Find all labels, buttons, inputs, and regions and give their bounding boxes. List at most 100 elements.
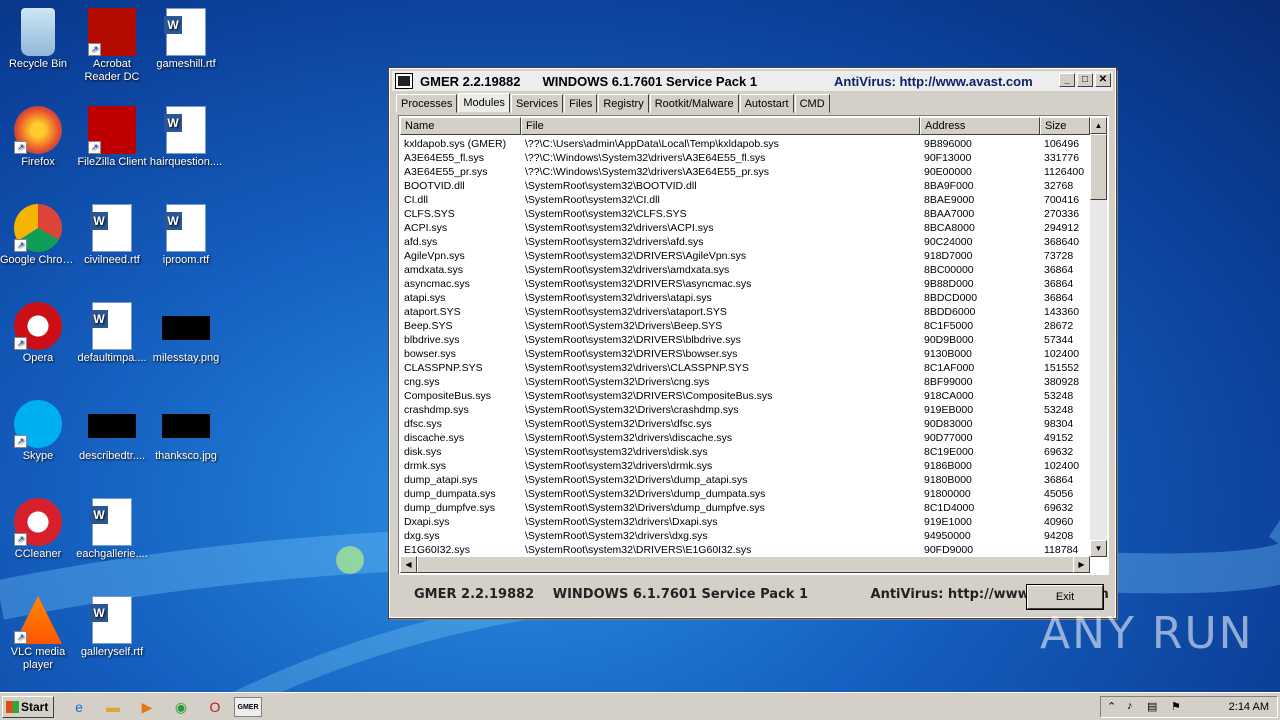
table-row[interactable]: Beep.SYS \SystemRoot\System32\Drivers\Bee… [400,319,1090,333]
table-row[interactable]: kxldapob.sys (GMER) \??\C:\Users\admin\Ap… [400,137,1090,151]
cell-size: 73728 [1044,250,1074,262]
cell-name: atapi.sys [404,292,446,304]
table-row[interactable]: ACPI.sys \SystemRoot\system32\drivers\ACP… [400,221,1090,235]
table-row[interactable]: crashdmp.sys \SystemRoot\System32\Drivers… [400,403,1090,417]
tray-expand-icon[interactable]: ⌃ [1107,700,1116,713]
start-button[interactable]: Start [2,696,54,718]
scroll-up-icon[interactable]: ▲ [1090,117,1107,134]
table-row[interactable]: CI.dll \SystemRoot\system32\CI.dll 8BAE900… [400,193,1090,207]
table-row[interactable]: ataport.SYS \SystemRoot\system32\drivers\… [400,305,1090,319]
column-header-size[interactable]: Size [1040,117,1090,135]
gmer-taskbar-button[interactable]: GMER [234,697,262,717]
desktop-icon[interactable]: ↗ Skype [0,400,76,463]
vertical-scrollbar[interactable]: ▲ ▼ [1090,117,1107,557]
table-row[interactable]: AgileVpn.sys \SystemRoot\system32\DRIVERS… [400,249,1090,263]
table-row[interactable]: drmk.sys \SystemRoot\system32\drivers\drm… [400,459,1090,473]
cell-name: dxg.sys [404,530,440,542]
tab-registry[interactable]: Registry [598,94,649,113]
shortcut-arrow-icon: ↗ [88,43,101,56]
chrome-taskbar-icon[interactable]: ◉ [170,697,192,717]
minimize-button[interactable]: _ [1059,73,1075,87]
tab-rootkitmalware[interactable]: Rootkit/Malware [649,94,739,113]
cell-file: \SystemRoot\system32\CLFS.SYS [525,208,687,220]
clock[interactable]: 2:14 AM [1229,701,1269,713]
table-row[interactable]: CLFS.SYS \SystemRoot\system32\CLFS.SYS 8BA… [400,207,1090,221]
cell-name: CLASSPNP.SYS [404,362,483,374]
volume-icon[interactable]: ♪ [1127,700,1133,712]
cell-size: 380928 [1044,376,1080,388]
table-row[interactable]: dump_dumpfve.sys \SystemRoot\System32\Dri… [400,501,1090,515]
desktop-icon[interactable]: Wiproom.rtf [148,204,224,267]
scroll-down-icon[interactable]: ▼ [1090,540,1107,557]
desktop-icon[interactable]: ↗ Google Chrome [0,204,76,267]
desktop-icon[interactable]: Wdefaultimpa.... [74,302,150,365]
maximize-button[interactable]: □ [1077,73,1093,87]
desktop-icon[interactable]: ↗ Acrobat Reader DC [74,8,150,84]
table-row[interactable]: dfsc.sys \SystemRoot\System32\Drivers\dfs… [400,417,1090,431]
network-icon[interactable]: ▤ [1147,700,1157,713]
desktop-icon[interactable]: ↗ FileZilla Client [74,106,150,169]
column-header-address[interactable]: Address [920,117,1040,135]
horizontal-scrollbar[interactable]: ◀ ▶ [400,556,1090,573]
table-row[interactable]: discache.sys \SystemRoot\System32\drivers… [400,431,1090,445]
table-row[interactable]: blbdrive.sys \SystemRoot\system32\DRIVERS… [400,333,1090,347]
desktop-icon[interactable]: Wgalleryself.rtf [74,596,150,659]
exit-button[interactable]: Exit [1026,584,1104,610]
filezilla-icon: ↗ [88,106,136,154]
title-bar[interactable]: GMER 2.2.19882 WINDOWS 6.1.7601 Service … [392,71,1113,91]
table-row[interactable]: CompositeBus.sys \SystemRoot\system32\DRI… [400,389,1090,403]
table-row[interactable]: bowser.sys \SystemRoot\system32\DRIVERS\b… [400,347,1090,361]
desktop-icon[interactable]: Whairquestion.... [148,106,224,169]
table-row[interactable]: Dxapi.sys \SystemRoot\System32\drivers\Dx… [400,515,1090,529]
cell-address: 9180B000 [924,474,972,486]
column-header-name[interactable]: Name [400,117,521,135]
desktop-icon[interactable]: ↗ Opera [0,302,76,365]
tab-processes[interactable]: Processes [396,94,458,113]
table-row[interactable]: afd.sys \SystemRoot\system32\drivers\afd.… [400,235,1090,249]
tab-files[interactable]: Files [564,94,598,113]
table-row[interactable]: dump_atapi.sys \SystemRoot\System32\Drive… [400,473,1090,487]
explorer-icon[interactable]: ▬ [102,697,124,717]
desktop-icon[interactable]: Weachgallerie.... [74,498,150,561]
table-row[interactable]: asyncmac.sys \SystemRoot\system32\DRIVERS… [400,277,1090,291]
opera-taskbar-icon[interactable]: O [204,697,226,717]
table-row[interactable]: BOOTVID.dll \SystemRoot\system32\BOOTVID.… [400,179,1090,193]
desktop-icon[interactable]: Recycle Bin [0,8,76,71]
ie-icon[interactable]: e [68,697,90,717]
table-row[interactable]: atapi.sys \SystemRoot\system32\drivers\at… [400,291,1090,305]
close-button[interactable]: ✕ [1095,73,1111,87]
scroll-left-icon[interactable]: ◀ [400,556,417,573]
media-player-icon[interactable]: ▶ [136,697,158,717]
action-center-flag-icon[interactable]: ⚑ [1171,700,1181,713]
table-row[interactable]: E1G60I32.sys \SystemRoot\system32\DRIVERS… [400,543,1090,557]
desktop-icon[interactable]: ↗ Firefox [0,106,76,169]
table-row[interactable]: CLASSPNP.SYS \SystemRoot\system32\drivers… [400,361,1090,375]
desktop-icon-label: VLC media player [10,646,66,671]
desktop-icon[interactable]: Wgameshill.rtf [148,8,224,71]
desktop-icon[interactable]: describedtr.... [74,400,150,463]
watermark: ANY RUN [1040,608,1254,659]
scroll-right-icon[interactable]: ▶ [1073,556,1090,573]
table-row[interactable]: dump_dumpata.sys \SystemRoot\System32\Dri… [400,487,1090,501]
table-row[interactable]: cng.sys \SystemRoot\System32\Drivers\cng.… [400,375,1090,389]
table-row[interactable]: A3E64E55_pr.sys \??\C:\Windows\System32\d… [400,165,1090,179]
table-row[interactable]: dxg.sys \SystemRoot\System32\drivers\dxg.… [400,529,1090,543]
table-row[interactable]: A3E64E55_fl.sys \??\C:\Windows\System32\d… [400,151,1090,165]
image-icon [88,400,136,448]
desktop-icon[interactable]: ↗ CCleaner [0,498,76,561]
table-row[interactable]: amdxata.sys \SystemRoot\system32\drivers\… [400,263,1090,277]
tab-cmd[interactable]: CMD [794,94,830,113]
hscroll-thumb[interactable] [417,556,1075,573]
tab-services[interactable]: Services [510,94,564,113]
cell-file: \SystemRoot\system32\DRIVERS\blbdrive.sy… [525,334,741,346]
desktop-icon[interactable]: thanksco.jpg [148,400,224,463]
desktop-icon[interactable]: ↗ VLC media player [0,596,76,672]
scroll-thumb[interactable] [1090,134,1107,200]
tab-modules[interactable]: Modules [458,93,510,113]
cell-address: 9186B000 [924,460,972,472]
column-header-file[interactable]: File [521,117,920,135]
desktop-icon[interactable]: milesstay.png [148,302,224,365]
tab-autostart[interactable]: Autostart [739,94,794,113]
desktop-icon[interactable]: Wcivilneed.rtf [74,204,150,267]
table-row[interactable]: disk.sys \SystemRoot\system32\drivers\dis… [400,445,1090,459]
